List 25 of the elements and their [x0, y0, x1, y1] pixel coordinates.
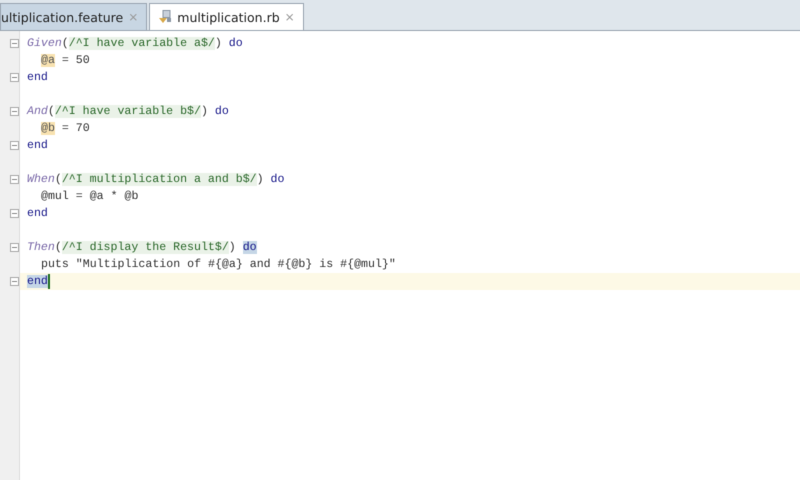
code-line: puts "Multiplication of #{@a} and #{@b} is #{@mul}": [41, 258, 396, 271]
tab-label: ultiplication.feature: [1, 10, 124, 24]
code-line: Then(/^I display the Result$/) do: [27, 241, 257, 254]
code-line: end: [27, 207, 48, 220]
file-icon: [158, 10, 172, 24]
code-line: end: [27, 71, 48, 84]
fold-icon[interactable]: [10, 141, 19, 150]
code-line: @a = 50: [41, 54, 90, 67]
fold-icon[interactable]: [10, 73, 19, 82]
fold-icon[interactable]: [10, 277, 19, 286]
fold-icon[interactable]: [10, 209, 19, 218]
code-line: And(/^I have variable b$/) do: [27, 105, 229, 118]
file-tab[interactable]: multiplication.rb ×: [149, 3, 304, 30]
fold-icon[interactable]: [10, 243, 19, 252]
code-line: When(/^I multiplication a and b$/) do: [27, 173, 284, 186]
code-line: @b = 70: [41, 122, 90, 135]
fold-icon[interactable]: [10, 39, 19, 48]
code-line: Given(/^I have variable a$/) do: [27, 37, 243, 50]
fold-icon[interactable]: [10, 107, 19, 116]
tab-label: multiplication.rb: [177, 10, 280, 24]
code-line: end: [27, 139, 48, 152]
fold-icon[interactable]: [10, 175, 19, 184]
text-caret: [48, 274, 50, 289]
file-tab[interactable]: ultiplication.feature ×: [0, 3, 148, 30]
code-line: @mul = @a * @b: [41, 190, 138, 203]
